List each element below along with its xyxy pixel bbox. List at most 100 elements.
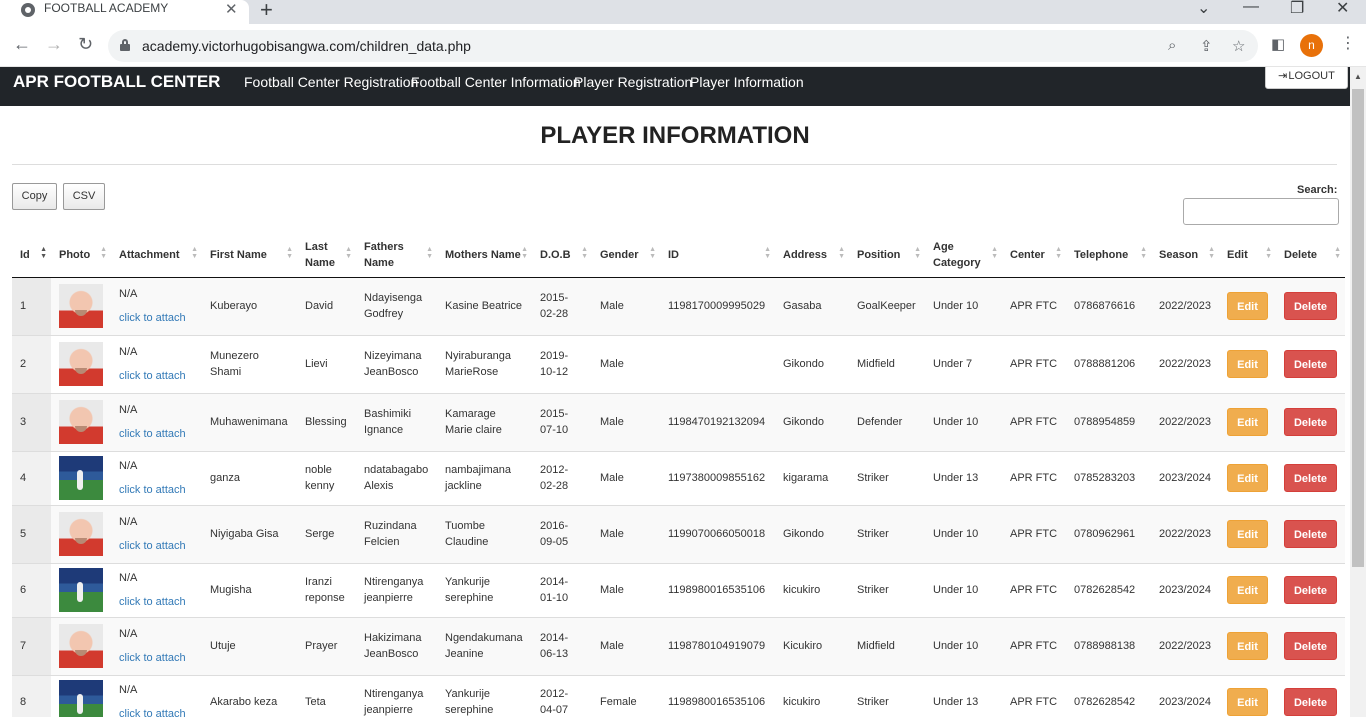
delete-button[interactable]: Delete — [1284, 576, 1337, 604]
col-header-season[interactable]: Season ▲ ▼ — [1151, 233, 1219, 278]
side-panel-icon[interactable]: ◧ — [1271, 35, 1285, 53]
nav-link-player-registration[interactable]: Player Registration — [574, 74, 692, 90]
nav-link-center-information[interactable]: Football Center Information — [411, 74, 581, 90]
cell-telephone: 0786876616 — [1066, 276, 1151, 335]
delete-button[interactable]: Delete — [1284, 520, 1337, 548]
col-header-center[interactable]: Center ▲ ▼ — [1002, 233, 1066, 278]
attach-link[interactable]: click to attach — [119, 650, 194, 666]
delete-button[interactable]: Delete — [1284, 350, 1337, 378]
col-header-fathers-name[interactable]: Fathers Name ▲ ▼ — [356, 233, 437, 278]
delete-button[interactable]: Delete — [1284, 292, 1337, 320]
col-header-edit[interactable]: Edit ▲ ▼ — [1219, 233, 1276, 278]
col-header-position[interactable]: Position ▲ ▼ — [849, 233, 925, 278]
edit-button[interactable]: Edit — [1227, 292, 1268, 320]
attach-link[interactable]: click to attach — [119, 310, 194, 326]
player-photo[interactable] — [59, 680, 103, 717]
reload-icon[interactable]: ↻ — [78, 34, 93, 55]
cell-age-category: Under 10 — [925, 504, 1002, 563]
cell-fathers-name: Ruzindana Felcien — [356, 504, 437, 563]
zoom-icon[interactable]: ⌕ — [1168, 37, 1176, 54]
col-header-last-name[interactable]: Last Name ▲ ▼ — [297, 233, 356, 278]
col-header-attachment[interactable]: Attachment ▲ ▼ — [111, 233, 202, 278]
lock-icon[interactable] — [120, 39, 130, 51]
cell-first-name: Utuje — [202, 616, 297, 675]
tab-search-icon[interactable]: ⌄ — [1197, 0, 1210, 18]
address-bar[interactable]: academy.victorhugobisangwa.com/children_… — [108, 30, 1258, 62]
attach-link[interactable]: click to attach — [119, 368, 194, 384]
profile-avatar[interactable]: n — [1300, 34, 1323, 57]
col-header-id[interactable]: Id ▲ ▼ — [12, 233, 51, 278]
bookmark-star-icon[interactable]: ☆ — [1232, 37, 1245, 55]
browser-menu-icon[interactable]: ⋮ — [1340, 33, 1356, 53]
delete-button[interactable]: Delete — [1284, 408, 1337, 436]
cell-gender: Male — [592, 562, 660, 617]
delete-button[interactable]: Delete — [1284, 464, 1337, 492]
col-header-mothers-name[interactable]: Mothers Name ▲ ▼ — [437, 233, 532, 278]
browser-tab[interactable]: FOOTBALL ACADEMY ✕ — [0, 0, 249, 24]
cell-delete: Delete — [1276, 562, 1345, 617]
col-header-age-category[interactable]: Age Category ▲ ▼ — [925, 233, 1002, 278]
col-header-dob[interactable]: D.O.B ▲ ▼ — [532, 233, 592, 278]
cell-dob: 2012-02-28 — [532, 450, 592, 505]
cell-position: Striker — [849, 674, 925, 717]
col-header-first-name[interactable]: First Name ▲ ▼ — [202, 233, 297, 278]
nav-link-center-registration[interactable]: Football Center Registration — [244, 74, 418, 90]
cell-last-name: noble kenny — [297, 450, 356, 505]
edit-button[interactable]: Edit — [1227, 350, 1268, 378]
url-text[interactable]: academy.victorhugobisangwa.com/children_… — [142, 38, 471, 54]
attach-link[interactable]: click to attach — [119, 594, 194, 610]
cell-id: 6 — [12, 562, 51, 617]
delete-button[interactable]: Delete — [1284, 688, 1337, 717]
logout-button[interactable]: ⇥LOGOUT — [1265, 67, 1348, 89]
close-tab-icon[interactable]: ✕ — [225, 0, 238, 18]
search-input[interactable] — [1183, 198, 1339, 225]
edit-button[interactable]: Edit — [1227, 688, 1268, 717]
scroll-up-icon[interactable]: ▲ — [1354, 72, 1362, 81]
cell-fathers-name: Ndayisenga Godfrey — [356, 276, 437, 335]
edit-button[interactable]: Edit — [1227, 464, 1268, 492]
player-photo[interactable] — [59, 568, 103, 612]
player-photo[interactable] — [59, 456, 103, 500]
col-header-gender[interactable]: Gender ▲ ▼ — [592, 233, 660, 278]
cell-national-id: 1198170009995029 — [660, 276, 775, 335]
forward-icon[interactable]: → — [45, 34, 63, 55]
page-scrollbar[interactable]: ▲ — [1350, 67, 1366, 717]
edit-button[interactable]: Edit — [1227, 520, 1268, 548]
share-icon[interactable]: ⇪ — [1200, 37, 1213, 55]
player-photo[interactable] — [59, 624, 103, 668]
scrollbar-thumb[interactable] — [1352, 89, 1364, 567]
csv-button[interactable]: CSV — [63, 183, 105, 210]
attach-link[interactable]: click to attach — [119, 538, 194, 554]
attach-link[interactable]: click to attach — [119, 706, 194, 717]
col-header-delete[interactable]: Delete ▲ ▼ — [1276, 233, 1345, 278]
brand-logo-text[interactable]: APR FOOTBALL CENTER — [13, 72, 220, 92]
cell-gender: Male — [592, 334, 660, 393]
attach-link[interactable]: click to attach — [119, 426, 194, 442]
cell-id: 7 — [12, 616, 51, 675]
edit-button[interactable]: Edit — [1227, 632, 1268, 660]
player-photo[interactable] — [59, 284, 103, 328]
col-header-telephone[interactable]: Telephone ▲ ▼ — [1066, 233, 1151, 278]
edit-button[interactable]: Edit — [1227, 576, 1268, 604]
edit-button[interactable]: Edit — [1227, 408, 1268, 436]
restore-icon[interactable]: ❐ — [1290, 0, 1304, 18]
attachment-status: N/A — [119, 684, 138, 697]
player-photo[interactable] — [59, 342, 103, 386]
cell-season: 2022/2023 — [1151, 504, 1219, 563]
copy-button[interactable]: Copy — [12, 183, 57, 210]
attach-link[interactable]: click to attach — [119, 482, 194, 498]
player-photo[interactable] — [59, 512, 103, 556]
minimize-icon[interactable]: — — [1243, 0, 1259, 16]
col-header-national-id[interactable]: ID ▲ ▼ — [660, 233, 775, 278]
back-icon[interactable]: ← — [13, 34, 31, 55]
divider — [12, 164, 1337, 165]
cell-mothers-name: Tuombe Claudine — [437, 504, 532, 563]
delete-button[interactable]: Delete — [1284, 632, 1337, 660]
new-tab-icon[interactable]: + — [260, 0, 273, 23]
col-header-address[interactable]: Address ▲ ▼ — [775, 233, 849, 278]
col-header-photo[interactable]: Photo ▲ ▼ — [51, 233, 111, 278]
sort-icon: ▲ ▼ — [581, 246, 588, 260]
player-photo[interactable] — [59, 400, 103, 444]
nav-link-player-information[interactable]: Player Information — [690, 74, 804, 90]
close-window-icon[interactable]: ✕ — [1336, 0, 1349, 18]
